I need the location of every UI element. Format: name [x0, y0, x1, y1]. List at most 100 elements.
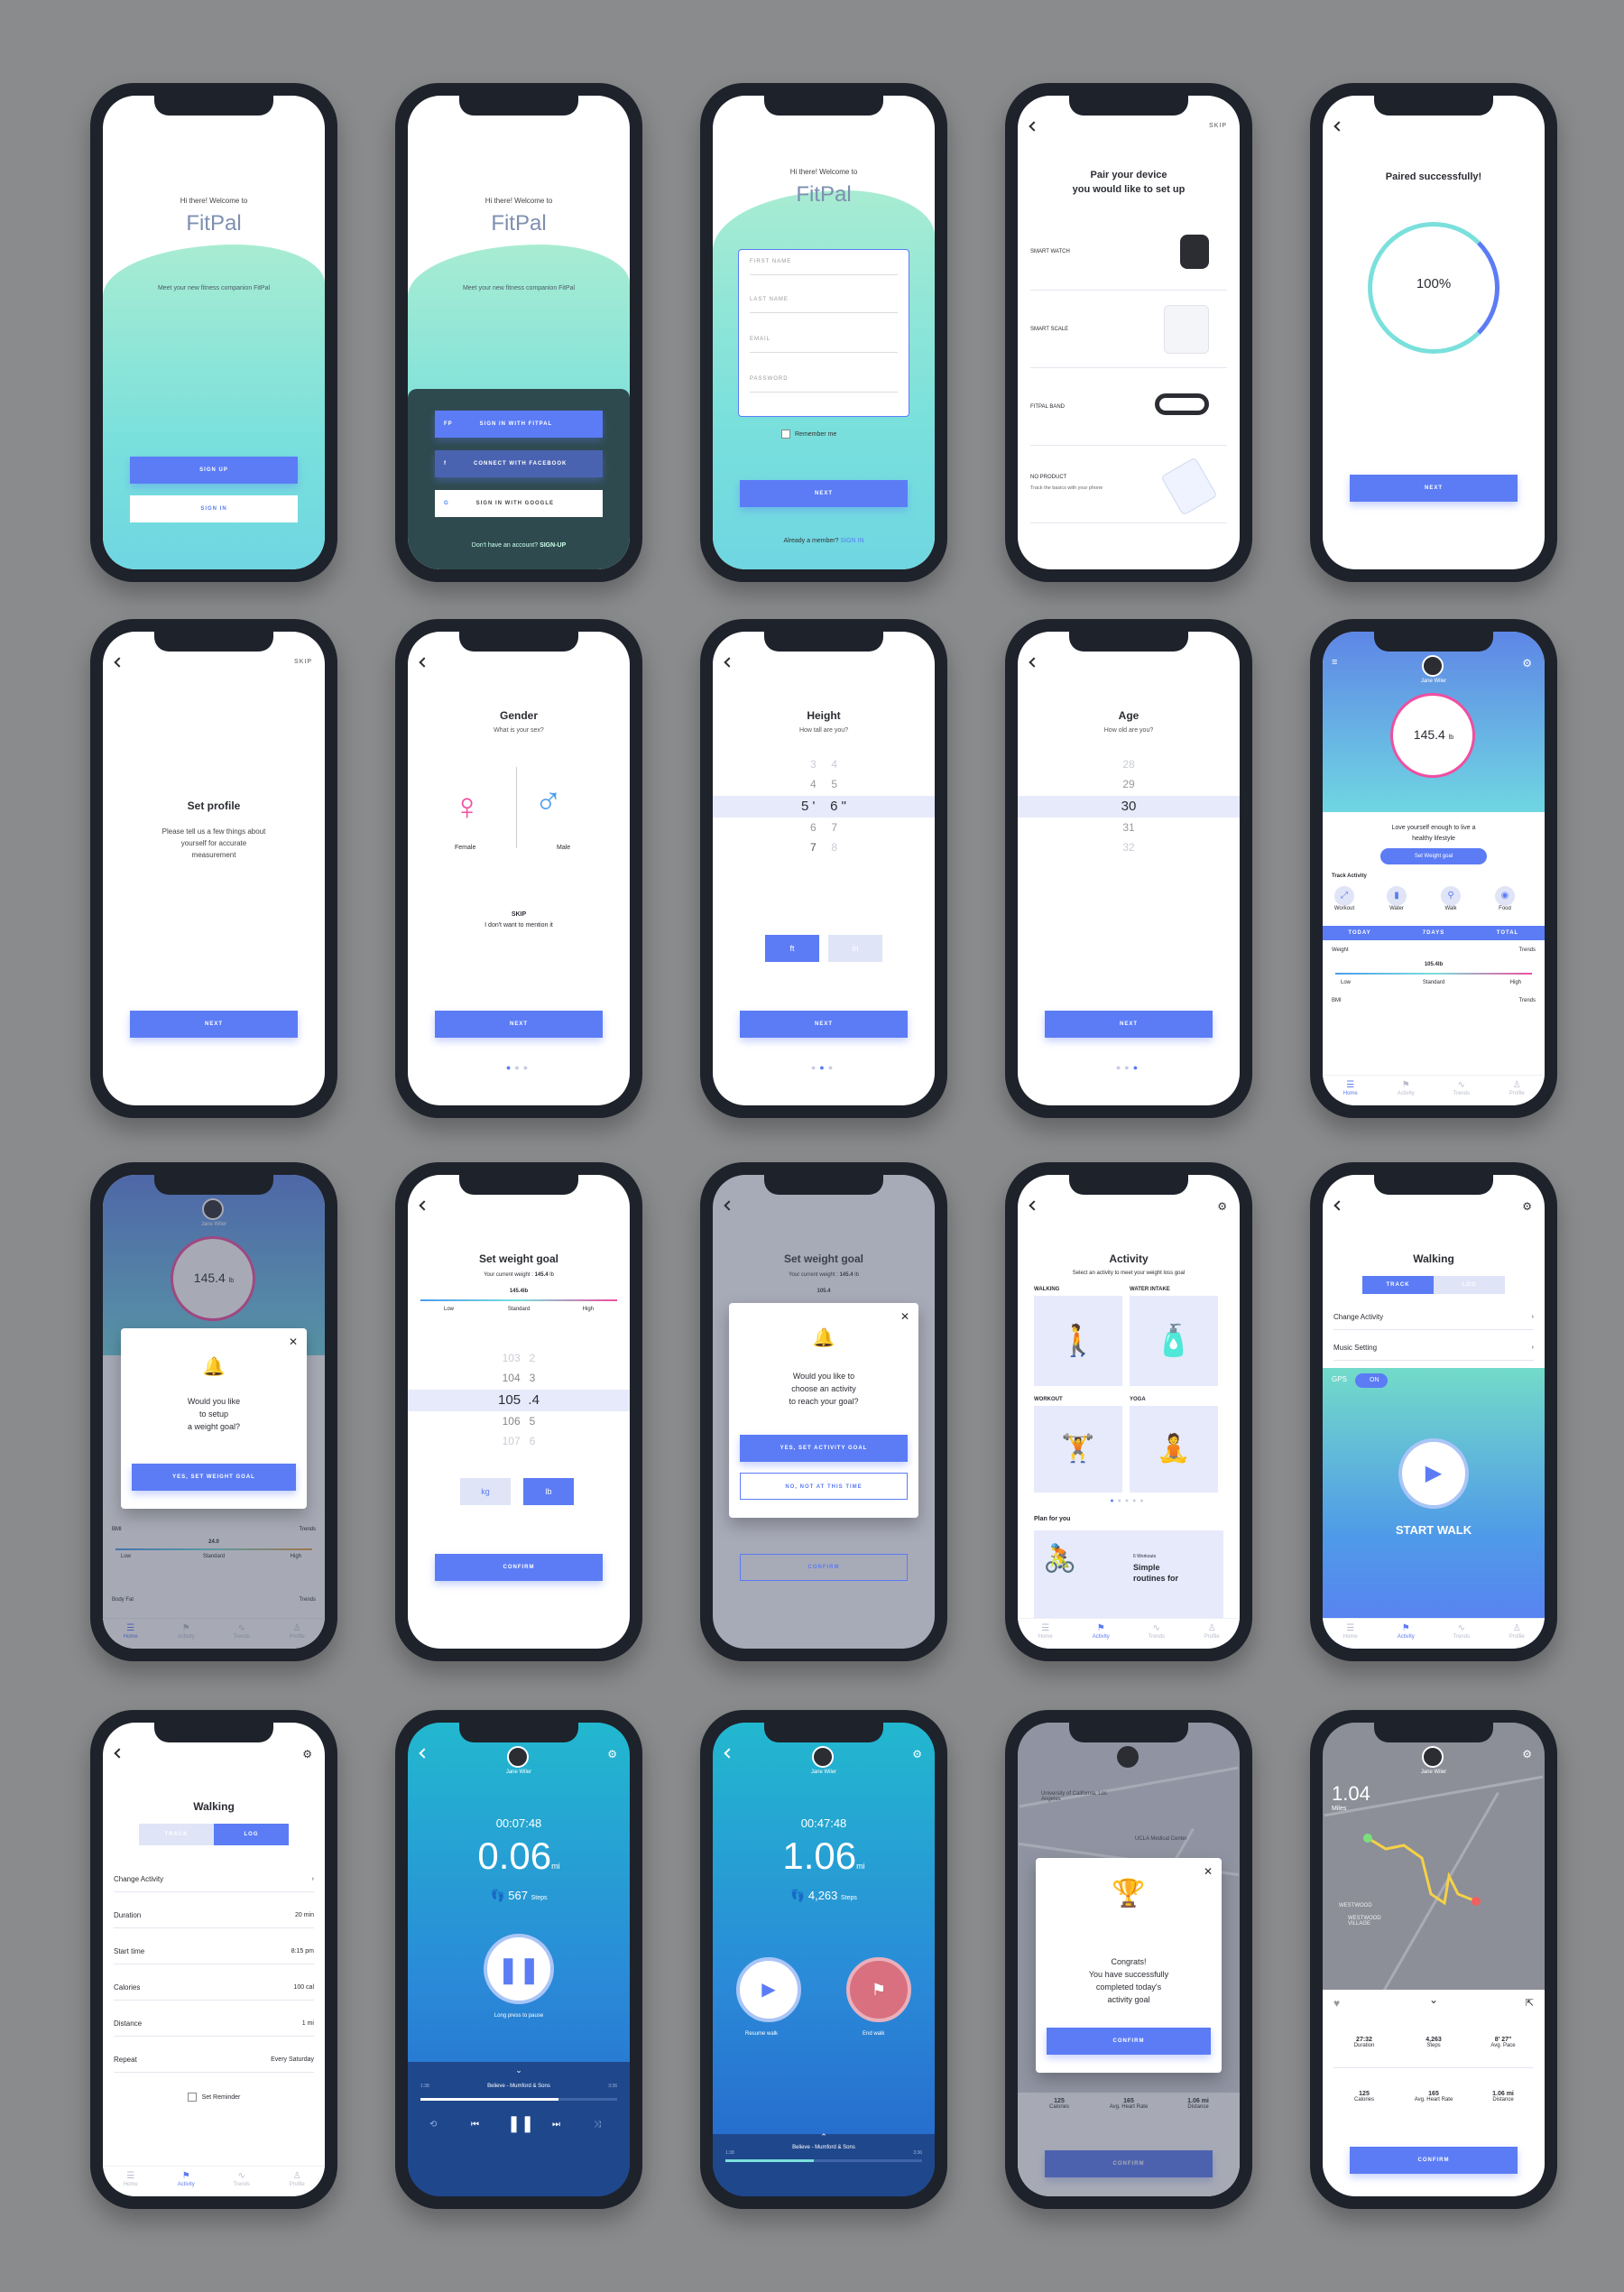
female-icon[interactable]: ♀ — [453, 785, 482, 828]
nav-activity[interactable]: ⚑ Activity — [159, 2167, 215, 2196]
back-icon[interactable] — [419, 657, 429, 668]
device-row[interactable]: SMART SCALE — [1030, 291, 1227, 368]
nav-home[interactable]: ☰ Home — [1323, 1619, 1379, 1649]
tab-7days[interactable]: 7DAYS — [1397, 926, 1471, 940]
close-icon[interactable]: ✕ — [900, 1310, 909, 1323]
nav-profile[interactable]: ♙ Profile — [1185, 1619, 1241, 1649]
music-setting-row[interactable]: › Music Setting — [1333, 1335, 1534, 1361]
tab-track[interactable]: TRACK — [139, 1824, 214, 1845]
chevron-down-icon[interactable]: ⌄ — [408, 2066, 630, 2075]
trends-link[interactable]: Trends — [1519, 947, 1536, 953]
nav-trends[interactable]: ∿ Trends — [1129, 1619, 1185, 1649]
unit-kg-toggle[interactable]: kg — [460, 1478, 511, 1505]
skip-button[interactable]: SKIP — [294, 659, 312, 665]
back-icon[interactable] — [419, 1200, 429, 1211]
nav-home[interactable]: ☰ Home — [1323, 1076, 1379, 1105]
play-pause-icon[interactable]: ❚❚ — [507, 2114, 534, 2133]
back-icon[interactable] — [1333, 121, 1344, 132]
picker-row[interactable]: 106 5 — [408, 1415, 630, 1428]
gps-toggle[interactable]: ON — [1355, 1373, 1388, 1388]
picker-row[interactable]: 3 4 — [713, 758, 935, 771]
set-activity-goal-button[interactable]: YES, SET ACTIVITY GOAL — [740, 1435, 908, 1462]
gear-icon[interactable]: ⚙ — [1522, 657, 1532, 670]
water-intake-card[interactable]: 🧴 — [1130, 1296, 1218, 1386]
picker-row[interactable]: 6 7 — [713, 821, 935, 834]
pause-button[interactable]: ❚❚ — [484, 1934, 554, 2004]
gear-icon[interactable]: ⚙ — [912, 1748, 922, 1761]
back-icon[interactable] — [114, 657, 125, 668]
back-icon[interactable] — [1029, 121, 1039, 132]
picker-row[interactable]: 7 8 — [713, 841, 935, 854]
nav-activity[interactable]: ⚑ Activity — [1379, 1076, 1435, 1105]
workout-card[interactable]: 🏋 — [1034, 1406, 1122, 1493]
password-field[interactable]: PASSWORD — [750, 371, 898, 393]
skip-button[interactable]: SKIP — [1209, 123, 1227, 129]
resume-button[interactable]: ▶ — [736, 1957, 801, 2022]
gear-icon[interactable]: ⚙ — [1217, 1200, 1227, 1213]
remember-me[interactable]: Remember me — [781, 430, 836, 439]
fitpal-signin-button[interactable]: FP SIGN IN WITH FITPAL — [435, 411, 603, 438]
device-row[interactable]: NO PRODUCT Track the basics with your ph… — [1030, 446, 1227, 523]
confirm-button[interactable]: CONFIRM — [435, 1554, 603, 1581]
close-icon[interactable]: ✕ — [289, 1335, 298, 1348]
gear-icon[interactable]: ⚙ — [1522, 1200, 1532, 1213]
next-button[interactable]: NEXT — [130, 1011, 298, 1038]
gear-icon[interactable]: ⚙ — [607, 1748, 617, 1761]
gear-icon[interactable]: ⚙ — [302, 1748, 312, 1761]
trends-link[interactable]: Trends — [1519, 998, 1536, 1003]
picker-row[interactable]: 4 5 — [713, 778, 935, 790]
tab-today[interactable]: TODAY — [1323, 926, 1397, 940]
first-name-field[interactable]: FIRST NAME — [750, 254, 898, 275]
activity-food[interactable]: ◉ Food — [1492, 886, 1518, 911]
male-icon[interactable]: ♂ — [534, 780, 563, 823]
back-icon[interactable] — [724, 657, 734, 668]
nav-trends[interactable]: ∿ Trends — [214, 2167, 270, 2196]
log-row[interactable]: Every Saturday Repeat — [114, 2047, 314, 2073]
close-icon[interactable]: ✕ — [1204, 1865, 1213, 1878]
log-row[interactable]: 8:15 pm Start time — [114, 1939, 314, 1964]
facebook-button[interactable]: f CONNECT WITH FACEBOOK — [435, 450, 603, 477]
back-icon[interactable] — [419, 1748, 429, 1759]
nav-profile[interactable]: ♙ Profile — [270, 2167, 326, 2196]
tab-total[interactable]: TOTAL — [1471, 926, 1545, 940]
unit-in-toggle[interactable]: in — [828, 935, 882, 962]
next-button[interactable]: NEXT — [1350, 475, 1518, 502]
picker-selected[interactable]: 105 .4 — [408, 1390, 630, 1411]
age-selected[interactable]: 30 — [1018, 796, 1240, 818]
confirm-button[interactable]: CONFIRM — [1350, 2147, 1518, 2174]
activity-walk[interactable]: ⚲ Walk — [1438, 886, 1463, 911]
song-progress[interactable] — [420, 2098, 617, 2101]
skip-link[interactable]: SKIP — [408, 911, 630, 918]
confirm-button[interactable]: CONFIRM — [740, 1554, 908, 1581]
log-row[interactable]: 100 cal Calories — [114, 1975, 314, 2001]
shuffle-icon[interactable]: ⤨ — [594, 2120, 601, 2130]
signin-button[interactable]: SIGN IN — [130, 495, 298, 522]
back-icon[interactable] — [1029, 1200, 1039, 1211]
signup-button[interactable]: SIGN UP — [130, 457, 298, 484]
next-button[interactable]: NEXT — [435, 1011, 603, 1038]
unit-lb-toggle[interactable]: lb — [523, 1478, 574, 1505]
prev-track-icon[interactable]: ⏮ — [471, 2120, 479, 2130]
nav-activity[interactable]: ⚑ Activity — [1379, 1619, 1435, 1649]
repeat-icon[interactable]: ⟲ — [429, 2120, 437, 2130]
nav-trends[interactable]: ∿ Trends — [1434, 1619, 1490, 1649]
back-icon[interactable] — [1333, 1200, 1344, 1211]
change-activity-row[interactable]: › Change Activity — [1333, 1305, 1534, 1330]
share-icon[interactable]: ⇱ — [1526, 1997, 1534, 2009]
plan-card[interactable]: 🚴 6 Workouts Simple routines for — [1034, 1530, 1223, 1621]
signup-link[interactable]: SIGN-UP — [540, 542, 566, 549]
signin-link[interactable]: SIGN IN — [840, 538, 863, 544]
device-row[interactable]: FITPAL BAND — [1030, 368, 1227, 446]
remember-checkbox[interactable] — [781, 430, 790, 439]
play-button[interactable]: ▶ — [1398, 1438, 1469, 1509]
end-button[interactable]: ⚑ — [846, 1957, 911, 2022]
device-row[interactable]: SMART WATCH — [1030, 213, 1227, 291]
reminder-option[interactable]: Set Reminder — [103, 2093, 325, 2102]
avatar[interactable] — [1422, 655, 1444, 677]
confirm-modal-button[interactable]: CONFIRM — [1047, 2028, 1211, 2055]
log-row[interactable]: 20 min Duration — [114, 1903, 314, 1928]
chevron-down-icon[interactable]: ⌄ — [1323, 1993, 1545, 2006]
next-button[interactable]: NEXT — [740, 480, 908, 507]
activity-water[interactable]: ▮ Water — [1384, 886, 1409, 911]
nav-trends[interactable]: ∿ Trends — [1434, 1076, 1490, 1105]
